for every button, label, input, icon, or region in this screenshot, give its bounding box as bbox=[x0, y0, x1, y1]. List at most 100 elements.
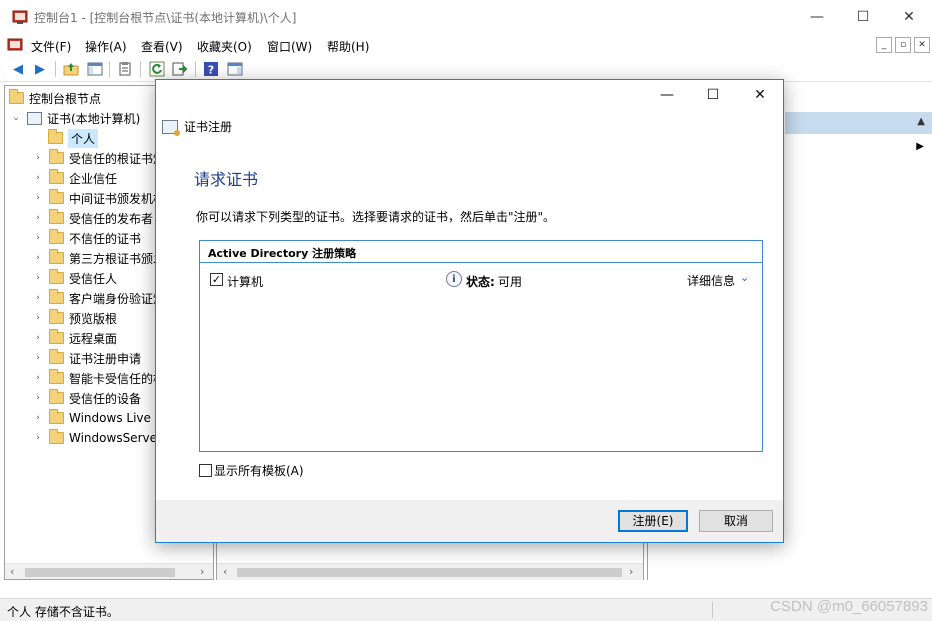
menu-favorites[interactable]: 收藏夹(O) bbox=[197, 38, 252, 55]
close-button[interactable]: ✕ bbox=[886, 0, 932, 34]
expand-arrow-icon[interactable]: › bbox=[33, 233, 43, 243]
folder-icon bbox=[49, 209, 64, 224]
menu-window[interactable]: 窗口(W) bbox=[267, 38, 312, 55]
expand-arrow-icon[interactable]: › bbox=[33, 353, 43, 363]
scroll-left-arrow-icon[interactable]: ‹ bbox=[10, 565, 14, 578]
expand-arrow-icon[interactable]: › bbox=[33, 213, 43, 223]
expand-arrow-icon[interactable]: › bbox=[33, 293, 43, 303]
actions-header[interactable]: ▲ bbox=[785, 112, 932, 134]
folder-icon bbox=[49, 349, 64, 364]
forward-icon[interactable]: ▶ bbox=[31, 60, 49, 78]
expand-arrow-icon[interactable]: › bbox=[33, 393, 43, 403]
expand-arrow-icon[interactable]: › bbox=[33, 313, 43, 323]
tree-node-store[interactable]: › 预览版根 bbox=[33, 308, 117, 328]
scroll-left-arrow-icon[interactable]: ‹ bbox=[223, 565, 227, 578]
scrollbar-thumb[interactable] bbox=[237, 568, 622, 577]
expand-arrow-icon[interactable]: › bbox=[33, 173, 43, 183]
certificate-store-icon bbox=[27, 111, 42, 125]
tree-node-label: 证书注册申请 bbox=[69, 351, 142, 366]
tree-node-certificates[interactable]: ⌄ 证书(本地计算机) bbox=[11, 108, 140, 128]
tree-node-label: 不信任的证书 bbox=[69, 231, 142, 246]
expand-arrow-icon[interactable]: › bbox=[33, 153, 43, 163]
dialog-minimize-button[interactable]: — bbox=[644, 80, 690, 110]
window-title: 控制台1 - [控制台根节点\证书(本地计算机)\个人] bbox=[34, 11, 297, 25]
tree-node-store[interactable]: › 受信任的发布者 bbox=[33, 208, 153, 228]
child-close-button[interactable]: ✕ bbox=[914, 37, 930, 53]
tree-node-store[interactable]: › 企业信任 bbox=[33, 168, 117, 188]
menu-help[interactable]: 帮助(H) bbox=[327, 38, 369, 55]
expand-arrow-icon[interactable]: › bbox=[33, 193, 43, 203]
folder-icon bbox=[49, 369, 64, 384]
more-actions-arrow-icon[interactable]: ▶ bbox=[916, 141, 924, 152]
svg-text:?: ? bbox=[208, 64, 214, 77]
expand-arrow-icon[interactable]: › bbox=[33, 433, 43, 443]
child-restore-button[interactable]: ▫ bbox=[895, 37, 911, 53]
scroll-right-arrow-icon[interactable]: › bbox=[629, 565, 633, 578]
mmc-app-icon bbox=[12, 10, 28, 24]
results-horizontal-scrollbar[interactable]: ‹ › bbox=[217, 563, 643, 580]
chevron-down-icon[interactable]: ⌄ bbox=[740, 271, 749, 284]
tree-node-store[interactable]: › 中间证书颁发机构 bbox=[33, 188, 165, 208]
tree-node-personal[interactable]: 个人 bbox=[48, 128, 99, 148]
minimize-button[interactable]: — bbox=[794, 0, 840, 34]
tree-horizontal-scrollbar[interactable]: ‹ › bbox=[5, 563, 213, 579]
child-minimize-button[interactable]: _ bbox=[876, 37, 892, 53]
tree-node-console-root[interactable]: 控制台根节点 bbox=[9, 88, 101, 108]
tree-node-store[interactable]: › 智能卡受信任的根 bbox=[33, 368, 165, 388]
expand-arrow-icon[interactable]: › bbox=[33, 333, 43, 343]
scroll-right-arrow-icon[interactable]: › bbox=[200, 565, 204, 578]
show-all-templates-label[interactable]: 显示所有模板(A) bbox=[214, 462, 304, 479]
collapse-up-icon[interactable]: ▲ bbox=[917, 116, 925, 127]
dialog-maximize-button[interactable]: ☐ bbox=[690, 80, 736, 110]
menu-action[interactable]: 操作(A) bbox=[85, 38, 127, 55]
tree-node-label: 企业信任 bbox=[69, 171, 118, 186]
tree-node-store[interactable]: › 受信任的设备 bbox=[33, 388, 141, 408]
toolbar-separator bbox=[195, 61, 196, 77]
expand-arrow-icon[interactable]: › bbox=[33, 253, 43, 263]
folder-icon bbox=[49, 149, 64, 164]
expand-arrow-icon[interactable]: › bbox=[33, 273, 43, 283]
status-separator bbox=[712, 602, 713, 618]
maximize-button[interactable]: ☐ bbox=[840, 0, 886, 34]
folder-icon bbox=[49, 229, 64, 244]
refresh-icon[interactable] bbox=[148, 60, 166, 78]
policy-header: Active Directory 注册策略 bbox=[200, 241, 762, 263]
expand-arrow-icon[interactable]: › bbox=[33, 413, 43, 423]
tree-node-store[interactable]: › 证书注册申请 bbox=[33, 348, 141, 368]
toolbar-separator bbox=[55, 61, 56, 77]
mmc-menu-icon[interactable] bbox=[7, 37, 23, 53]
show-all-templates-checkbox[interactable] bbox=[199, 464, 212, 477]
details-link[interactable]: 详细信息 bbox=[687, 272, 735, 289]
tree-node-store[interactable]: › 受信任人 bbox=[33, 268, 117, 288]
scrollbar-thumb[interactable] bbox=[25, 568, 175, 577]
folder-icon bbox=[9, 89, 24, 104]
expand-arrow-icon[interactable]: › bbox=[33, 373, 43, 383]
menu-view[interactable]: 查看(V) bbox=[141, 38, 183, 55]
help-icon[interactable]: ? bbox=[202, 60, 220, 78]
tree-node-label: 证书(本地计算机) bbox=[47, 111, 141, 126]
computer-template-checkbox[interactable]: ✓ bbox=[210, 273, 223, 286]
tree-node-store[interactable]: › 受信任的根证书颁 bbox=[33, 148, 165, 168]
tree-node-store[interactable]: › 客户端身份验证颁 bbox=[33, 288, 165, 308]
folder-icon bbox=[49, 429, 64, 444]
tree-node-store[interactable]: › 第三方根证书颁发 bbox=[33, 248, 165, 268]
tree-node-store[interactable]: › WindowsServe bbox=[33, 428, 157, 448]
action-pane-icon[interactable] bbox=[226, 60, 244, 78]
folder-icon bbox=[49, 309, 64, 324]
tree-node-store[interactable]: › 不信任的证书 bbox=[33, 228, 141, 248]
menu-file[interactable]: 文件(F) bbox=[31, 38, 71, 55]
properties-icon[interactable] bbox=[116, 60, 134, 78]
export-list-icon[interactable] bbox=[171, 60, 189, 78]
tree-node-store[interactable]: › Windows Live I bbox=[33, 408, 158, 428]
up-folder-icon[interactable] bbox=[62, 60, 80, 78]
cancel-button[interactable]: 取消 bbox=[699, 510, 773, 532]
tree-node-label: 预览版根 bbox=[69, 311, 118, 326]
tree-node-label: 受信任的发布者 bbox=[69, 211, 154, 226]
show-hide-tree-icon[interactable] bbox=[86, 60, 104, 78]
enroll-button[interactable]: 注册(E) bbox=[618, 510, 688, 532]
back-icon[interactable]: ◀ bbox=[9, 60, 27, 78]
collapse-arrow-icon[interactable]: ⌄ bbox=[11, 113, 21, 123]
dialog-close-button[interactable]: ✕ bbox=[737, 80, 783, 110]
tree-node-store[interactable]: › 远程桌面 bbox=[33, 328, 117, 348]
dialog-heading: 请求证书 bbox=[194, 170, 259, 189]
